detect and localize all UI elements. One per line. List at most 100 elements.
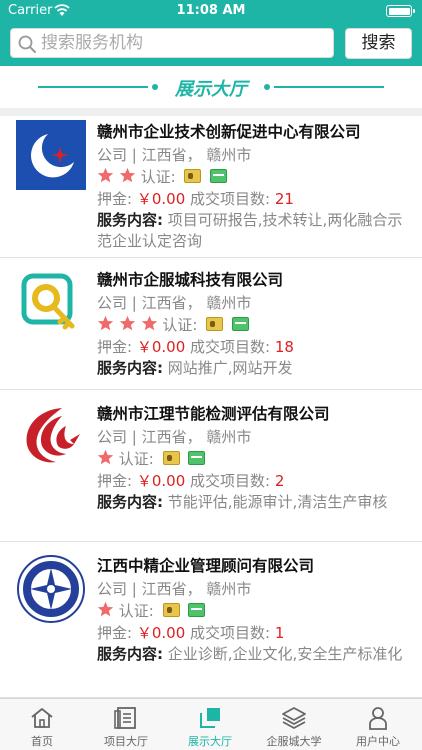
service-label: 服务内容: — [97, 359, 163, 377]
deposit-row: 押金: ￥0.00 成交项目数: 2 — [97, 470, 284, 491]
tab-project-hall[interactable]: 项目大厅 — [84, 699, 168, 750]
user-center-icon — [369, 707, 387, 730]
id-card-icon — [162, 451, 180, 465]
company-name: 赣州市江理节能检测评估有限公司 — [97, 405, 330, 423]
cert-label: 认证: — [140, 168, 176, 186]
status-bar: Carrier 11:08 AM — [0, 0, 422, 22]
company-logo — [16, 120, 86, 190]
company-logo — [26, 408, 80, 463]
deals-label: 成交项目数: — [190, 472, 271, 490]
project-hall-icon — [114, 707, 136, 729]
deposit-value: ￥0.00 — [136, 190, 186, 208]
tab-label: 首页 — [31, 735, 53, 748]
deals-value: 2 — [274, 472, 285, 490]
deals-label: 成交项目数: — [190, 190, 271, 208]
deposit-row: 押金: ￥0.00 成交项目数: 21 — [97, 188, 294, 209]
section-header: 展示大厅 — [0, 66, 422, 108]
tab-university[interactable]: 企服城大学 — [252, 699, 336, 750]
service-label: 服务内容: — [97, 493, 163, 511]
deposit-row: 押金: ￥0.00 成交项目数: 1 — [97, 622, 284, 643]
deals-label: 成交项目数: — [190, 338, 271, 356]
divider-dot — [264, 84, 270, 90]
university-icon — [282, 707, 306, 729]
deals-value: 21 — [274, 190, 294, 208]
bank-card-icon — [188, 451, 206, 465]
company-name: 赣州市企业技术创新促进中心有限公司 — [97, 123, 361, 141]
provider-card[interactable]: 江西中精企业管理顾问有限公司 公司 | 江西省， 赣州市 认证: 押金: ￥0.… — [0, 542, 422, 698]
service-text: 网站推广,网站开发 — [167, 359, 293, 377]
tab-label: 企服城大学 — [266, 735, 322, 748]
service-row: 服务内容: 节能评估,能源审计,清洁生产审核 — [97, 492, 407, 513]
deals-value: 18 — [274, 338, 294, 356]
tab-label: 项目大厅 — [104, 735, 148, 748]
tab-showcase-hall[interactable]: 展示大厅 — [168, 699, 252, 750]
deposit-row: 押金: ￥0.00 成交项目数: 18 — [97, 336, 294, 357]
service-row: 服务内容: 网站推广,网站开发 — [97, 358, 407, 379]
star-icon — [97, 449, 114, 465]
header-bar: Carrier 11:08 AM 搜索 — [0, 0, 422, 66]
search-button[interactable]: 搜索 — [345, 28, 412, 59]
bank-card-icon — [231, 317, 249, 331]
home-icon — [31, 708, 53, 728]
deals-value: 1 — [274, 624, 285, 642]
company-name: 江西中精企业管理顾问有限公司 — [97, 557, 315, 575]
service-label: 服务内容: — [97, 645, 163, 663]
company-location: 公司 | 江西省， 赣州市 — [97, 428, 252, 446]
rating-row: 认证: — [97, 600, 206, 620]
cert-label: 认证: — [162, 316, 198, 334]
company-logo — [21, 273, 75, 330]
divider-line — [274, 86, 384, 88]
deposit-label: 押金: — [97, 190, 133, 208]
bank-card-icon — [188, 603, 206, 617]
service-row: 服务内容: 项目可研报告,技术转让,两化融合示范企业认定咨询 — [97, 210, 407, 252]
rating-row: 认证: — [97, 166, 228, 186]
tab-label: 展示大厅 — [188, 735, 232, 748]
id-card-icon — [184, 169, 202, 183]
app-screen: Carrier 11:08 AM 搜索 展示大厅 — [0, 0, 422, 750]
company-location: 公司 | 江西省， 赣州市 — [97, 294, 252, 312]
cert-label: 认证: — [118, 602, 154, 620]
battery-icon — [386, 5, 415, 17]
provider-card[interactable]: 赣州市企服城科技有限公司 公司 | 江西省， 赣州市 认证: 押金: ￥0.00… — [0, 258, 422, 390]
star-icon — [97, 315, 114, 331]
bank-card-icon — [210, 169, 228, 183]
provider-card[interactable]: 赣州市企业技术创新促进中心有限公司 公司 | 江西省， 赣州市 认证: 押金: … — [0, 116, 422, 258]
cert-label: 认证: — [118, 450, 154, 468]
deposit-label: 押金: — [97, 472, 133, 490]
id-card-icon — [206, 317, 224, 331]
service-text: 节能评估,能源审计,清洁生产审核 — [167, 493, 388, 511]
deposit-label: 押金: — [97, 338, 133, 356]
service-label: 服务内容: — [97, 211, 163, 229]
service-text: 企业诊断,企业文化,安全生产标准化 — [167, 645, 403, 663]
star-icon — [97, 601, 114, 617]
showcase-hall-icon — [200, 708, 220, 728]
deposit-value: ￥0.00 — [136, 472, 186, 490]
tab-label: 用户中心 — [356, 735, 400, 748]
deals-label: 成交项目数: — [190, 624, 271, 642]
company-logo — [17, 555, 85, 623]
company-location: 公司 | 江西省， 赣州市 — [97, 580, 252, 598]
tab-user-center[interactable]: 用户中心 — [336, 699, 420, 750]
star-icon — [119, 167, 135, 183]
search-icon — [18, 35, 36, 53]
status-time: 11:08 AM — [176, 3, 246, 18]
list-spacer — [0, 108, 422, 116]
company-name: 赣州市企服城科技有限公司 — [97, 271, 284, 289]
star-icon — [141, 315, 157, 331]
search-box[interactable] — [10, 28, 334, 58]
company-location: 公司 | 江西省， 赣州市 — [97, 146, 252, 164]
deposit-label: 押金: — [97, 624, 133, 642]
rating-row: 认证: — [97, 448, 206, 468]
id-card-icon — [162, 603, 180, 617]
star-icon — [97, 167, 114, 183]
provider-card[interactable]: 赣州市江理节能检测评估有限公司 公司 | 江西省， 赣州市 认证: 押金: ￥0… — [0, 390, 422, 542]
section-title: 展示大厅 — [175, 79, 247, 100]
rating-row: 认证: — [97, 314, 249, 334]
deposit-value: ￥0.00 — [136, 338, 186, 356]
deposit-value: ￥0.00 — [136, 624, 186, 642]
tab-bar: 首页 项目大厅 展示大厅 企服城大学 用户中心 — [0, 698, 422, 750]
search-input[interactable] — [41, 32, 329, 54]
star-icon — [119, 315, 135, 331]
tab-home[interactable]: 首页 — [0, 699, 84, 750]
service-row: 服务内容: 企业诊断,企业文化,安全生产标准化 — [97, 644, 407, 665]
